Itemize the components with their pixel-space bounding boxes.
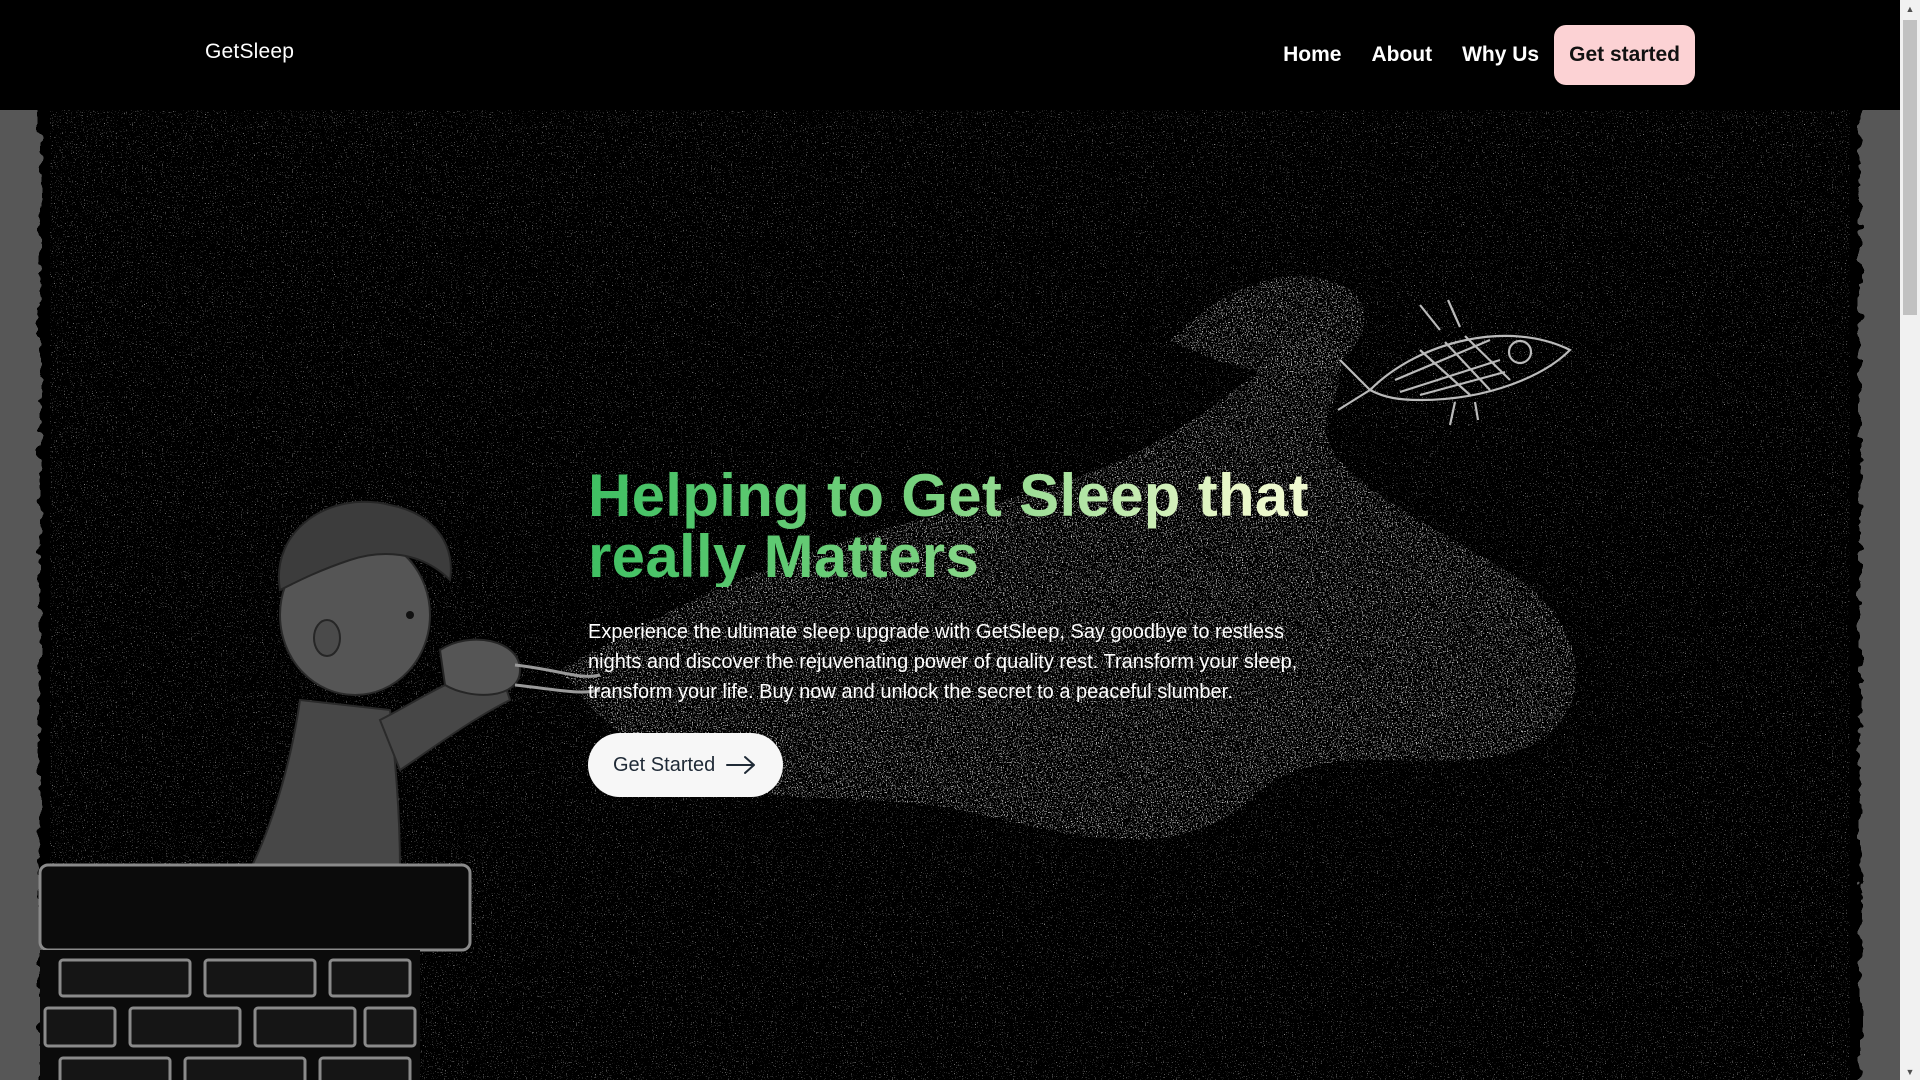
hero-description: Experience the ultimate sleep upgrade wi… bbox=[588, 621, 1298, 703]
brand-logo[interactable]: GetSleep bbox=[205, 40, 294, 64]
brick-chimney bbox=[38, 863, 472, 1080]
main-nav: Home About Why Us Get started bbox=[1253, 25, 1695, 85]
hero-section: Helping to Get Sleep that really Matters… bbox=[0, 110, 1900, 1080]
navbar: GetSleep Home About Why Us Get started bbox=[0, 0, 1900, 110]
vertical-scrollbar[interactable]: ▲ ▼ bbox=[1900, 0, 1920, 1080]
get-started-hero-button[interactable]: Get Started bbox=[588, 733, 784, 797]
get-started-nav-button[interactable]: Get started bbox=[1554, 25, 1695, 85]
scroll-up-icon[interactable]: ▲ bbox=[1900, 0, 1920, 17]
nav-home-link[interactable]: Home bbox=[1283, 43, 1341, 67]
hero-headline: Helping to Get Sleep that really Matters bbox=[588, 465, 1348, 587]
nav-about-link[interactable]: About bbox=[1371, 43, 1432, 67]
get-started-hero-label: Get Started bbox=[613, 753, 716, 776]
hero-content: Helping to Get Sleep that really Matters… bbox=[588, 465, 1348, 797]
page-viewport: GetSleep Home About Why Us Get started H… bbox=[0, 0, 1900, 1080]
arrow-right-icon bbox=[725, 755, 757, 775]
scroll-down-icon[interactable]: ▼ bbox=[1900, 1063, 1920, 1080]
scrollbar-thumb[interactable] bbox=[1903, 20, 1917, 315]
nav-why-us-link[interactable]: Why Us bbox=[1462, 43, 1539, 67]
